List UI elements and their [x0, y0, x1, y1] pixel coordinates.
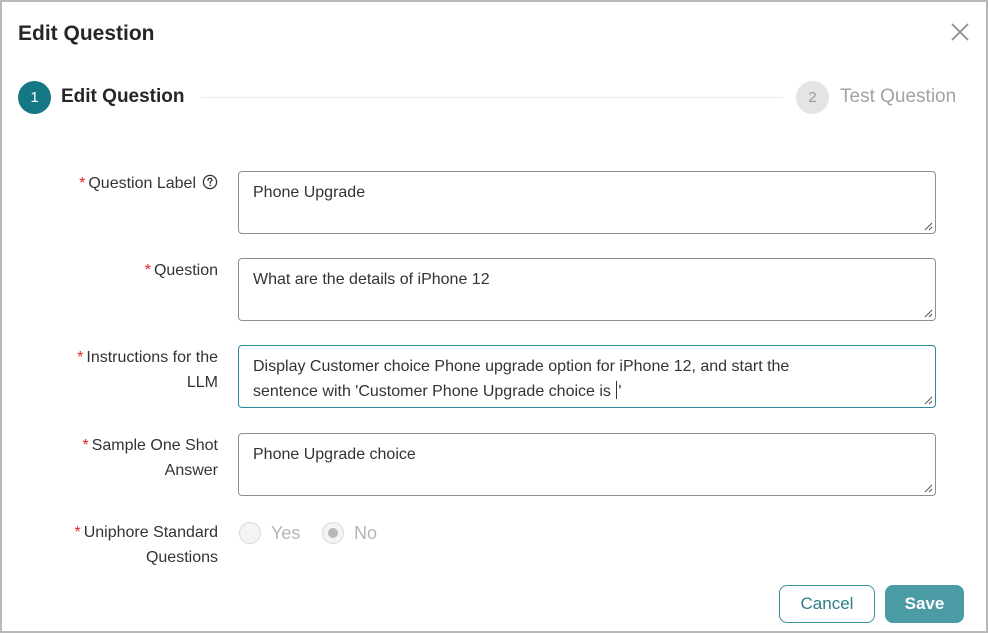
sample-answer-field-label: * Sample One Shot Answer	[82, 437, 218, 479]
step-2-label[interactable]: Test Question	[840, 86, 956, 108]
required-marker: *	[79, 175, 86, 192]
radio-yes[interactable]	[239, 522, 261, 544]
radio-no-label: No	[354, 522, 378, 543]
question-label-value: Phone Upgrade	[253, 184, 366, 201]
sample-answer-value: Phone Upgrade choice	[253, 446, 416, 463]
instructions-input[interactable]: Display Customer choice Phone upgrade op…	[238, 345, 936, 408]
radio-option-no[interactable]: No	[322, 522, 377, 544]
save-button[interactable]: Save	[885, 585, 964, 623]
radio-option-yes[interactable]: Yes	[239, 522, 300, 544]
resize-handle-icon[interactable]	[923, 221, 933, 231]
question-label-input[interactable]: Phone Upgrade	[238, 171, 936, 234]
required-marker: *	[77, 349, 84, 366]
sample-answer-input[interactable]: Phone Upgrade choice	[238, 433, 936, 496]
stepper-divider	[201, 97, 783, 98]
required-marker: *	[144, 262, 151, 279]
required-marker: *	[74, 524, 81, 541]
close-icon[interactable]	[948, 20, 972, 44]
question-value: What are the details of iPhone 12	[253, 271, 490, 288]
required-marker: *	[82, 437, 89, 454]
dialog-title: Edit Question	[18, 22, 155, 45]
radio-yes-label: Yes	[271, 522, 301, 543]
standard-questions-field-label: * Uniphore Standard Questions	[74, 524, 218, 566]
step-2-indicator[interactable]: 2	[796, 81, 829, 114]
question-label-field-label: * Question Label	[79, 171, 218, 196]
radio-selected-dot	[328, 528, 338, 538]
resize-handle-icon[interactable]	[923, 395, 933, 405]
question-input[interactable]: What are the details of iPhone 12	[238, 258, 936, 321]
edit-question-dialog: Edit Question 1 Edit Question 2 Test Que…	[0, 0, 988, 633]
radio-no[interactable]	[322, 522, 344, 544]
step-1-label: Edit Question	[61, 86, 185, 107]
help-circle-icon[interactable]	[202, 173, 218, 190]
step-1-indicator: 1	[18, 81, 51, 114]
question-field-label: * Question	[144, 262, 218, 279]
resize-handle-icon[interactable]	[923, 308, 933, 318]
instructions-field-label: * Instructions for the LLM	[77, 349, 218, 391]
instructions-value-line1: Display Customer choice Phone upgrade op…	[253, 358, 790, 375]
cancel-button[interactable]: Cancel	[779, 585, 875, 623]
resize-handle-icon[interactable]	[923, 483, 933, 493]
instructions-value-line2: sentence with 'Customer Phone Upgrade ch…	[253, 381, 622, 400]
